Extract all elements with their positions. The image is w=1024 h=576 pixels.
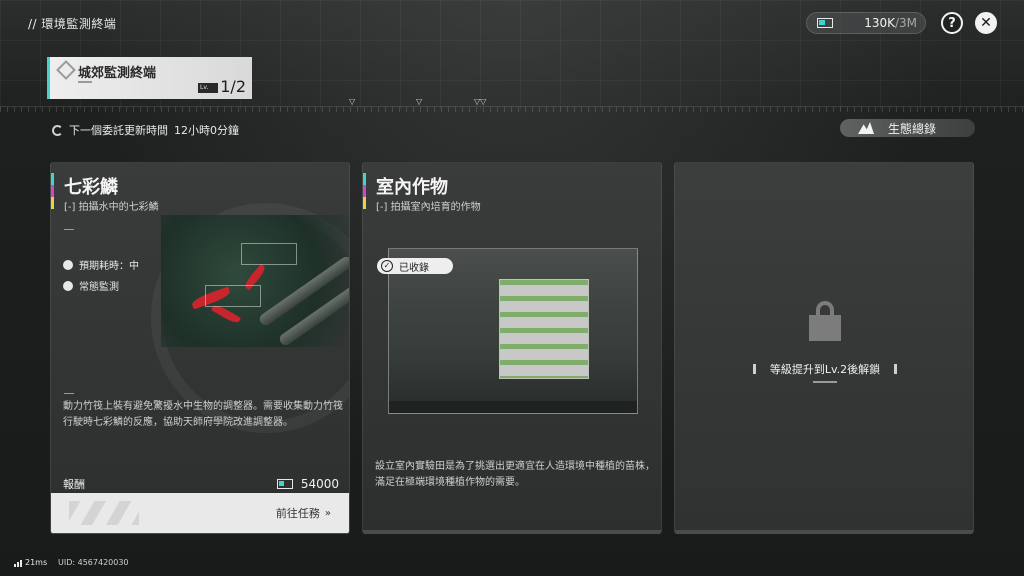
currency-icon <box>276 479 293 489</box>
ruler-marker-icon: ▽ <box>349 97 356 106</box>
card-title: 室內作物 <box>376 177 448 198</box>
refresh-time: 12小時0分鐘 <box>174 124 239 137</box>
expected-duration-label: 預期耗時：中 <box>79 261 139 272</box>
pie-icon <box>63 280 73 291</box>
close-icon: ✕ <box>980 15 992 31</box>
divider <box>64 393 74 394</box>
monitor-type: 常態監測 <box>63 278 119 293</box>
terminal-icon <box>56 60 76 80</box>
card-description: 設立室內實驗田是為了挑選出更適宜在人造環境中種植的苗株，滿足在極端環境種植作物的… <box>375 461 655 488</box>
rainbow-scale-image <box>161 215 349 348</box>
lock-icon <box>809 301 841 341</box>
card-bottom-bar <box>675 530 973 533</box>
level-badge: Lv. <box>198 83 218 93</box>
expected-duration: 預期耗時：中 <box>63 257 139 272</box>
divider <box>64 229 74 230</box>
goto-mission-label: 前往任務 <box>275 507 320 520</box>
card-bottom-bar <box>363 530 661 533</box>
divider <box>813 381 837 383</box>
plant-rack-shape <box>499 279 589 379</box>
currency-amount: 130K/3M <box>864 16 917 30</box>
double-chevron-right-icon: » <box>324 507 331 519</box>
check-icon: ✓ <box>381 260 393 272</box>
terminal-divider <box>78 81 92 83</box>
ping-value: 21ms <box>25 558 48 567</box>
terminal-name: 城郊監測終端 <box>78 66 157 81</box>
reward-row: 報酬 54000 <box>51 473 349 495</box>
card-accent-bar <box>51 173 54 209</box>
chevron-decoration <box>69 501 139 525</box>
camera-bracket-icon: [-] <box>64 202 76 213</box>
card-description: 動力竹筏上裝有避免驚擾水中生物的調整器。需要收集動力竹筏行駛時七彩鱗的反應，協助… <box>63 401 343 428</box>
detection-box <box>241 243 297 265</box>
duration-icon <box>63 259 73 270</box>
camera-bracket-icon: [-] <box>376 202 388 213</box>
card-subtitle-text: 拍攝室內培育的作物 <box>390 202 481 213</box>
card-subtitle-text: 拍攝水中的七彩鱗 <box>78 202 159 213</box>
help-button[interactable]: ? <box>941 12 963 34</box>
ruler-marker-icon: ▽▽ <box>474 97 487 106</box>
photo-footer-strip <box>389 401 637 413</box>
mission-card-locked: 等級提升到Lv.2後解鎖 <box>674 162 974 534</box>
card-title: 七彩鱗 <box>64 177 118 198</box>
ecology-record-button[interactable]: 生態總錄 <box>840 119 975 137</box>
unlock-requirement-label: 等級提升到Lv.2後解鎖 <box>769 363 881 376</box>
ecology-record-label: 生態總錄 <box>888 121 937 136</box>
card-subtitle: [-] 拍攝水中的七彩鱗 <box>64 198 159 213</box>
mountain-icon <box>858 122 874 134</box>
collected-badge: ✓ 已收錄 <box>377 258 453 274</box>
ruler-marker-icon: ▽ <box>416 97 423 106</box>
card-accent-bar <box>363 173 366 209</box>
refresh-icon <box>52 124 63 136</box>
user-id: UID: 4567420030 <box>58 558 129 567</box>
currency-icon <box>817 18 833 28</box>
mission-card-rainbow-scale[interactable]: 七彩鱗 [-] 拍攝水中的七彩鱗 預期耗時：中 常態監測 動力竹筏上裝有避免驚擾… <box>50 162 350 534</box>
refresh-timer: 下一個委託更新時間 12小時0分鐘 <box>52 122 239 138</box>
currency-value: 130K <box>864 16 895 30</box>
currency-cap: /3M <box>894 16 917 30</box>
network-ping: 21ms <box>14 558 47 567</box>
unlock-requirement-text: 等級提升到Lv.2後解鎖 <box>675 361 973 377</box>
terminal-level: 1/2 <box>220 77 246 96</box>
reward-label: 報酬 <box>63 478 85 491</box>
refresh-label: 下一個委託更新時間 <box>69 124 168 137</box>
card-subtitle: [-] 拍攝室內培育的作物 <box>376 198 481 213</box>
monitor-type-label: 常態監測 <box>79 282 119 293</box>
pipe-shape <box>257 254 349 328</box>
reward-value: 54000 <box>300 477 339 491</box>
terminal-card[interactable]: 城郊監測終端 Lv. 1/2 <box>47 57 252 99</box>
goto-mission-button[interactable]: 前往任務 » <box>51 493 349 533</box>
lock-body <box>809 315 841 341</box>
breadcrumb: // 環境監測終端 <box>28 17 117 31</box>
help-icon: ? <box>948 15 956 31</box>
currency-display: 130K/3M <box>806 12 926 34</box>
mission-card-indoor-crops[interactable]: 室內作物 [-] 拍攝室內培育的作物 ✓ 已收錄 設立室內實驗田是為了挑選出更適… <box>362 162 662 534</box>
signal-icon <box>14 560 22 567</box>
detection-box <box>205 285 261 307</box>
close-button[interactable]: ✕ <box>975 12 997 34</box>
collected-label: 已收錄 <box>399 262 429 274</box>
